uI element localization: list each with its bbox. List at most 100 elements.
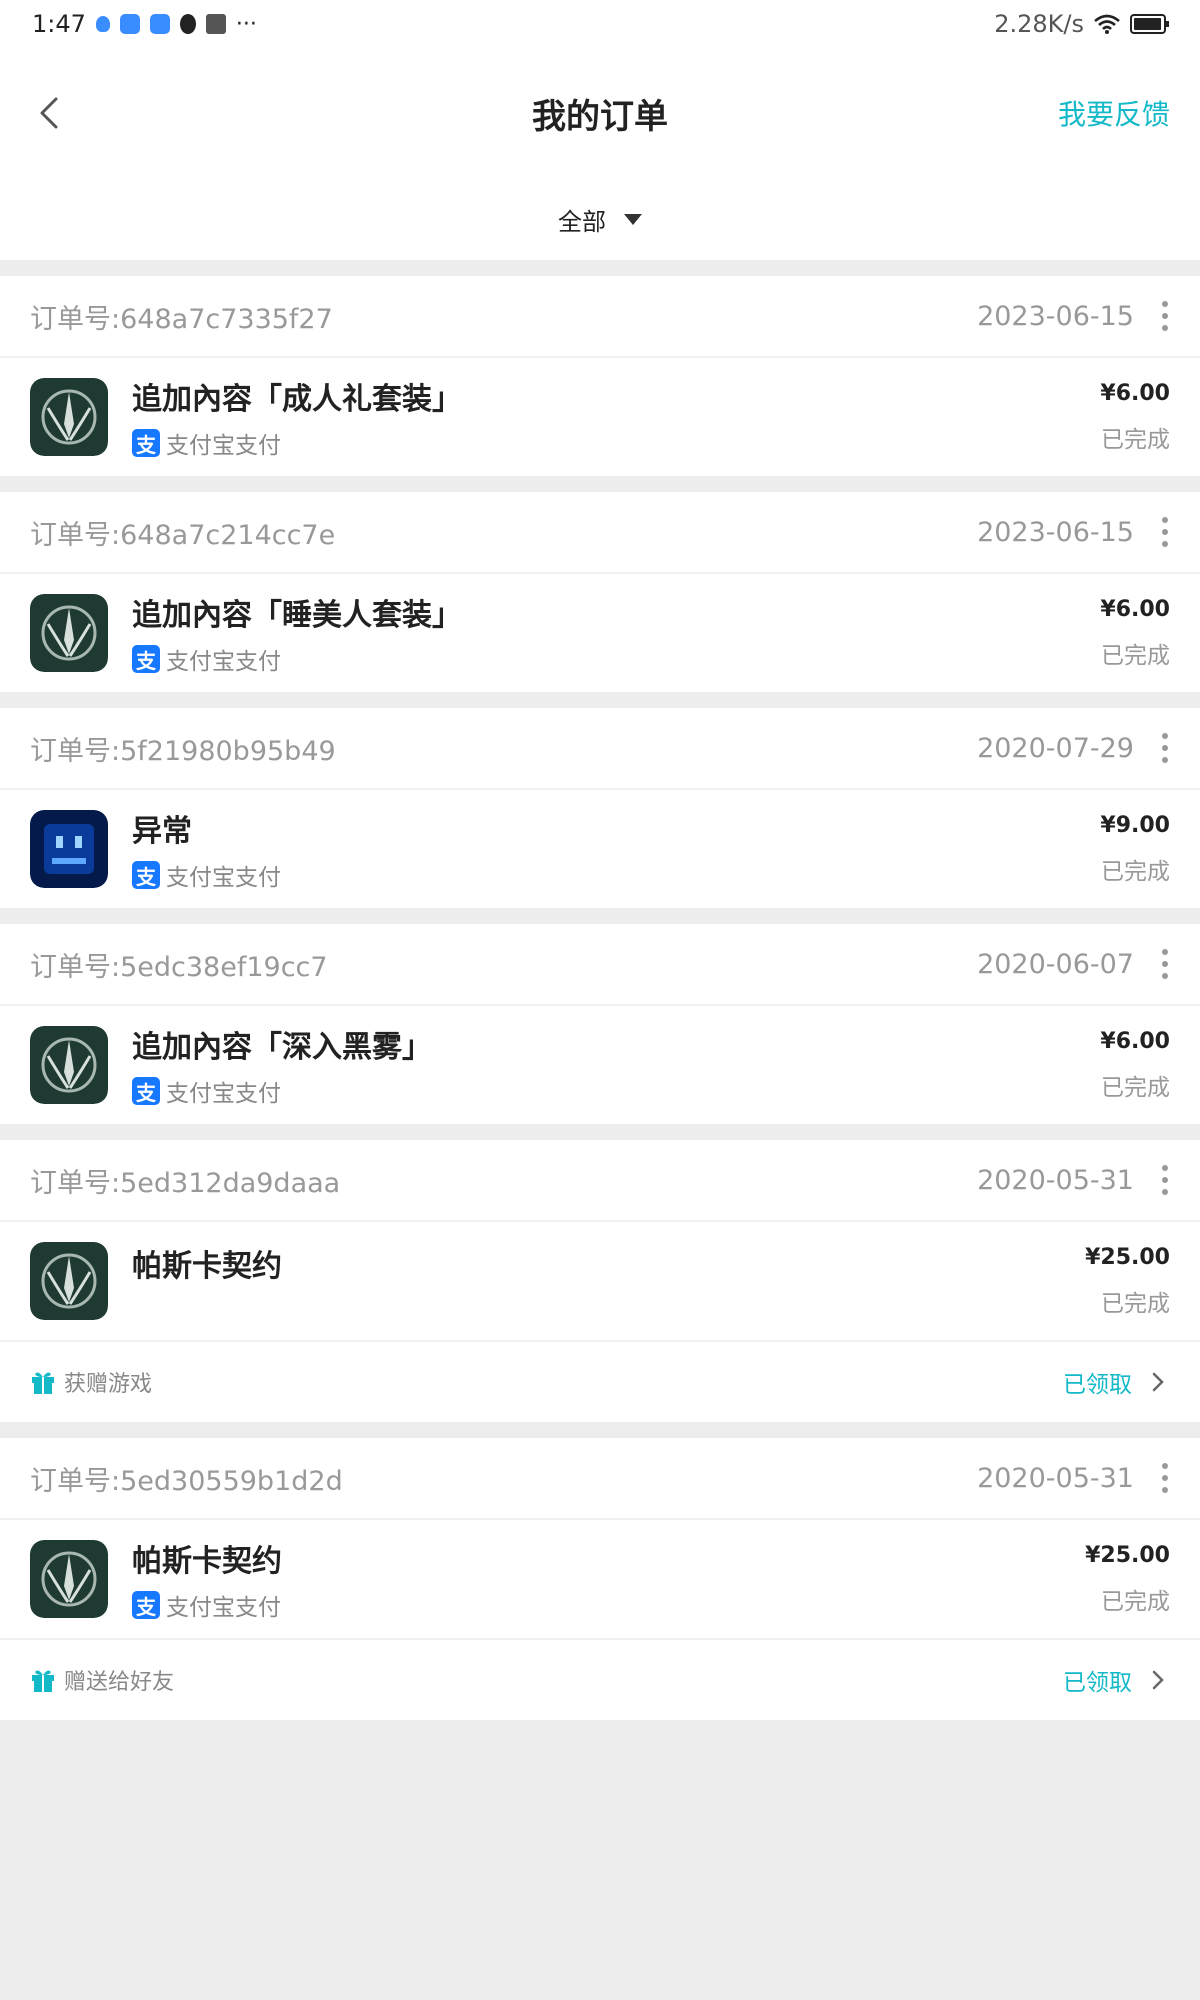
more-options-icon[interactable] (1160, 949, 1170, 979)
order-number: 订单号:648a7c214cc7e (30, 513, 335, 552)
order-header: 订单号:5ed312da9daaa 2020-05-31 (0, 1140, 1200, 1222)
status-time: 1:47 (32, 10, 86, 38)
status-right: 2.28K/s (994, 10, 1170, 38)
order-header: 订单号:648a7c214cc7e 2023-06-15 (0, 492, 1200, 574)
payment-label: 支付宝支付 (166, 1081, 281, 1107)
gift-row[interactable]: 获赠游戏 已领取 (0, 1340, 1200, 1422)
order-card[interactable]: 订单号:5f21980b95b49 2020-07-29 异常 支支付宝支付 ¥… (0, 708, 1200, 908)
chevron-right-icon (1152, 1670, 1164, 1690)
app-icon (30, 1242, 108, 1320)
item-title: 帕斯卡契约 (132, 1544, 282, 1579)
order-id: 5f21980b95b49 (120, 735, 336, 767)
order-date: 2020-06-07 (977, 948, 1134, 980)
alipay-icon: 支 (132, 861, 160, 889)
order-item[interactable]: 异常 支支付宝支付 ¥9.00 已完成 (0, 790, 1200, 908)
top-area: 1:47 ··· 2.28K/s 我的订单 我要反馈 全部 (0, 0, 1200, 260)
item-title: 异常 (132, 814, 192, 849)
gift-info: 获赠游戏 (30, 1366, 152, 1398)
gift-status[interactable]: 已领取 (1063, 1365, 1170, 1399)
order-header: 订单号:5f21980b95b49 2020-07-29 (0, 708, 1200, 790)
item-title: 追加內容「成人礼套装」 (132, 382, 462, 417)
filter-label: 全部 (558, 207, 606, 236)
order-item[interactable]: 追加內容「成人礼套装」 支支付宝支付 ¥6.00 已完成 (0, 358, 1200, 476)
price: ¥6.00 (1100, 380, 1170, 406)
item-title: 追加內容「深入黑雾」 (132, 1030, 432, 1065)
payment-spacer (132, 1293, 1085, 1321)
order-status: 已完成 (1101, 642, 1170, 669)
order-number-label: 订单号: (30, 1167, 121, 1199)
app-icon (30, 594, 108, 672)
payment-method: 支支付宝支付 (132, 426, 1100, 460)
alipay-icon: 支 (132, 1077, 160, 1105)
alipay-icon: 支 (132, 1591, 160, 1619)
app-icon (30, 378, 108, 456)
price: ¥9.00 (1100, 812, 1170, 838)
payment-method: 支支付宝支付 (132, 858, 1100, 892)
gift-row[interactable]: 赠送给好友 已领取 (0, 1638, 1200, 1720)
payment-label: 支付宝支付 (166, 1595, 281, 1621)
battery-icon (1130, 14, 1169, 34)
order-id: 648a7c214cc7e (120, 519, 336, 551)
order-number-label: 订单号: (30, 519, 121, 551)
wifi-icon (1094, 14, 1120, 34)
more-options-icon[interactable] (1160, 517, 1170, 547)
penguin-icon (179, 14, 196, 34)
price: ¥25.00 (1085, 1542, 1170, 1568)
order-card[interactable]: 订单号:5ed30559b1d2d 2020-05-31 帕斯卡契约 支支付宝支… (0, 1438, 1200, 1720)
gift-icon (32, 1372, 54, 1394)
order-id: 5edc38ef19cc7 (120, 951, 328, 983)
order-status: 已完成 (1101, 1588, 1170, 1615)
order-item[interactable]: 帕斯卡契约 支支付宝支付 ¥25.00 已完成 (0, 1520, 1200, 1638)
page-title: 我的订单 (532, 96, 668, 137)
order-number-label: 订单号: (30, 1465, 121, 1497)
gift-icon (32, 1670, 54, 1692)
app-icon (30, 810, 108, 888)
order-date: 2023-06-15 (977, 300, 1134, 332)
more-options-icon[interactable] (1160, 1463, 1170, 1493)
order-number-label: 订单号: (30, 303, 121, 335)
app-icon (30, 1026, 108, 1104)
order-item[interactable]: 帕斯卡契约 ¥25.00 已完成 (0, 1222, 1200, 1340)
order-id: 648a7c7335f27 (120, 303, 333, 335)
order-number: 订单号:5ed312da9daaa (30, 1161, 340, 1200)
order-card[interactable]: 订单号:5edc38ef19cc7 2020-06-07 追加內容「深入黑雾」 … (0, 924, 1200, 1124)
claimed-label: 已领取 (1063, 1372, 1132, 1398)
price: ¥6.00 (1100, 596, 1170, 622)
order-number: 订单号:5ed30559b1d2d (30, 1459, 343, 1498)
payment-method: 支支付宝支付 (132, 1588, 1085, 1622)
feedback-button[interactable]: 我要反馈 (1058, 93, 1170, 133)
order-item[interactable]: 追加內容「深入黑雾」 支支付宝支付 ¥6.00 已完成 (0, 1006, 1200, 1124)
more-options-icon[interactable] (1160, 733, 1170, 763)
back-arrow-icon[interactable] (30, 93, 70, 133)
order-number-label: 订单号: (30, 735, 121, 767)
gift-status[interactable]: 已领取 (1063, 1663, 1170, 1697)
shield-icon (95, 16, 110, 32)
order-id: 5ed30559b1d2d (120, 1465, 343, 1497)
payment-method: 支支付宝支付 (132, 1074, 1100, 1108)
more-options-icon[interactable] (1160, 1165, 1170, 1195)
order-item[interactable]: 追加內容「睡美人套装」 支支付宝支付 ¥6.00 已完成 (0, 574, 1200, 692)
order-card[interactable]: 订单号:648a7c7335f27 2023-06-15 追加內容「成人礼套装」… (0, 276, 1200, 476)
navigation-bar: 我的订单 我要反馈 (0, 48, 1200, 178)
gift-label: 赠送给好友 (64, 1670, 175, 1695)
item-title: 帕斯卡契约 (132, 1249, 282, 1284)
order-date: 2020-07-29 (977, 732, 1134, 764)
order-status: 已完成 (1101, 426, 1170, 453)
section-gap (0, 260, 1200, 276)
app-icon (30, 1540, 108, 1618)
order-card[interactable]: 订单号:5ed312da9daaa 2020-05-31 帕斯卡契约 ¥25.0… (0, 1140, 1200, 1422)
price: ¥6.00 (1100, 1028, 1170, 1054)
order-card[interactable]: 订单号:648a7c214cc7e 2023-06-15 追加內容「睡美人套装」… (0, 492, 1200, 692)
order-header: 订单号:5ed30559b1d2d 2020-05-31 (0, 1438, 1200, 1520)
cloud-icon (149, 14, 170, 34)
item-title: 追加內容「睡美人套装」 (132, 598, 462, 633)
payment-method: 支支付宝支付 (132, 642, 1100, 676)
filter-dropdown[interactable]: 全部 (0, 178, 1200, 260)
order-date: 2023-06-15 (977, 516, 1134, 548)
order-number: 订单号:648a7c7335f27 (30, 297, 333, 336)
order-number-label: 订单号: (30, 951, 121, 983)
more-options-icon[interactable] (1160, 301, 1170, 331)
order-status: 已完成 (1101, 1290, 1170, 1317)
more-notifications-icon: ··· (235, 11, 257, 37)
status-bar: 1:47 ··· 2.28K/s (0, 0, 1200, 48)
